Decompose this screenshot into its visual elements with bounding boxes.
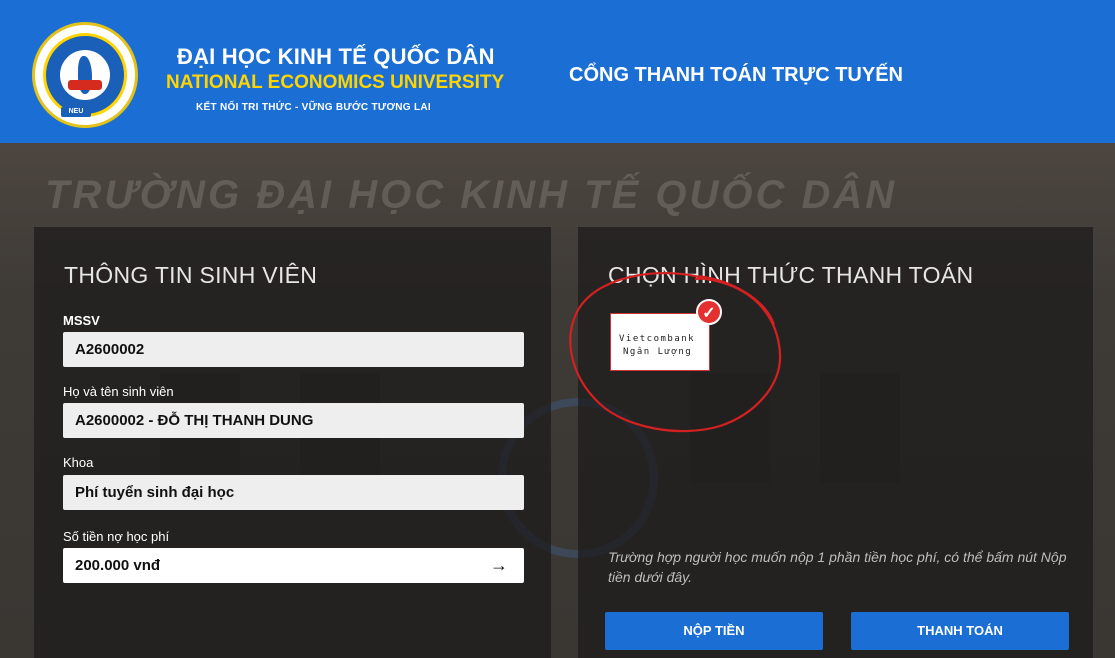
payment-method-panel: CHỌN HÌNH THỨC THANH TOÁN Vietcombank Ng… bbox=[578, 227, 1093, 658]
logo-tag: NEU bbox=[61, 107, 91, 117]
tuition-debt-field[interactable]: 200.000 vnđ → bbox=[63, 548, 524, 583]
payment-option-line1: Vietcombank bbox=[619, 334, 696, 344]
payment-option-line2: Ngân Lượng bbox=[623, 347, 693, 357]
portal-title: CỔNG THANH TOÁN TRỰC TUYẾN bbox=[569, 64, 903, 86]
university-name-en: NATIONAL ECONOMICS UNIVERSITY bbox=[166, 72, 505, 93]
university-logo[interactable]: NEU bbox=[32, 22, 138, 128]
faculty-field: Phí tuyển sinh đại học bbox=[63, 475, 524, 510]
student-info-title: THÔNG TIN SINH VIÊN bbox=[64, 262, 318, 288]
logo-inner bbox=[60, 50, 110, 100]
student-info-panel: THÔNG TIN SINH VIÊN MSSV A2600002 Họ và … bbox=[34, 227, 551, 658]
mssv-label: MSSV bbox=[63, 313, 100, 328]
arrow-right-icon[interactable]: → bbox=[490, 548, 508, 583]
pay-button[interactable]: THANH TOÁN bbox=[851, 612, 1069, 650]
background-banner-text: TRƯỜNG ĐẠI HỌC KINH TẾ QUỐC DÂN bbox=[45, 173, 898, 217]
selected-check-icon: ✓ bbox=[696, 299, 722, 325]
tuition-debt-value: 200.000 vnđ bbox=[75, 557, 161, 574]
partial-payment-note: Trường hợp người học muốn nộp 1 phần tiề… bbox=[608, 549, 1067, 585]
university-name-vn: ĐẠI HỌC KINH TẾ QUỐC DÂN bbox=[177, 44, 495, 69]
site-header: NEU ĐẠI HỌC KINH TẾ QUỐC DÂN NATIONAL EC… bbox=[0, 0, 1115, 143]
student-name-field: A2600002 - ĐỖ THỊ THANH DUNG bbox=[63, 403, 524, 438]
payment-option-vietcombank-nganluong[interactable]: Vietcombank Ngân Lượng bbox=[610, 313, 710, 371]
logo-book-icon bbox=[68, 80, 102, 90]
university-slogan: KẾT NỐI TRI THỨC - VỮNG BƯỚC TƯƠNG LAI bbox=[196, 102, 431, 113]
faculty-label: Khoa bbox=[63, 455, 94, 470]
tuition-debt-label: Số tiền nợ học phí bbox=[63, 529, 170, 544]
logo-ring bbox=[43, 33, 127, 117]
student-name-label: Họ và tên sinh viên bbox=[63, 384, 174, 399]
payment-method-title: CHỌN HÌNH THỨC THANH TOÁN bbox=[608, 262, 974, 288]
deposit-button[interactable]: NỘP TIỀN bbox=[605, 612, 823, 650]
mssv-field: A2600002 bbox=[63, 332, 524, 367]
